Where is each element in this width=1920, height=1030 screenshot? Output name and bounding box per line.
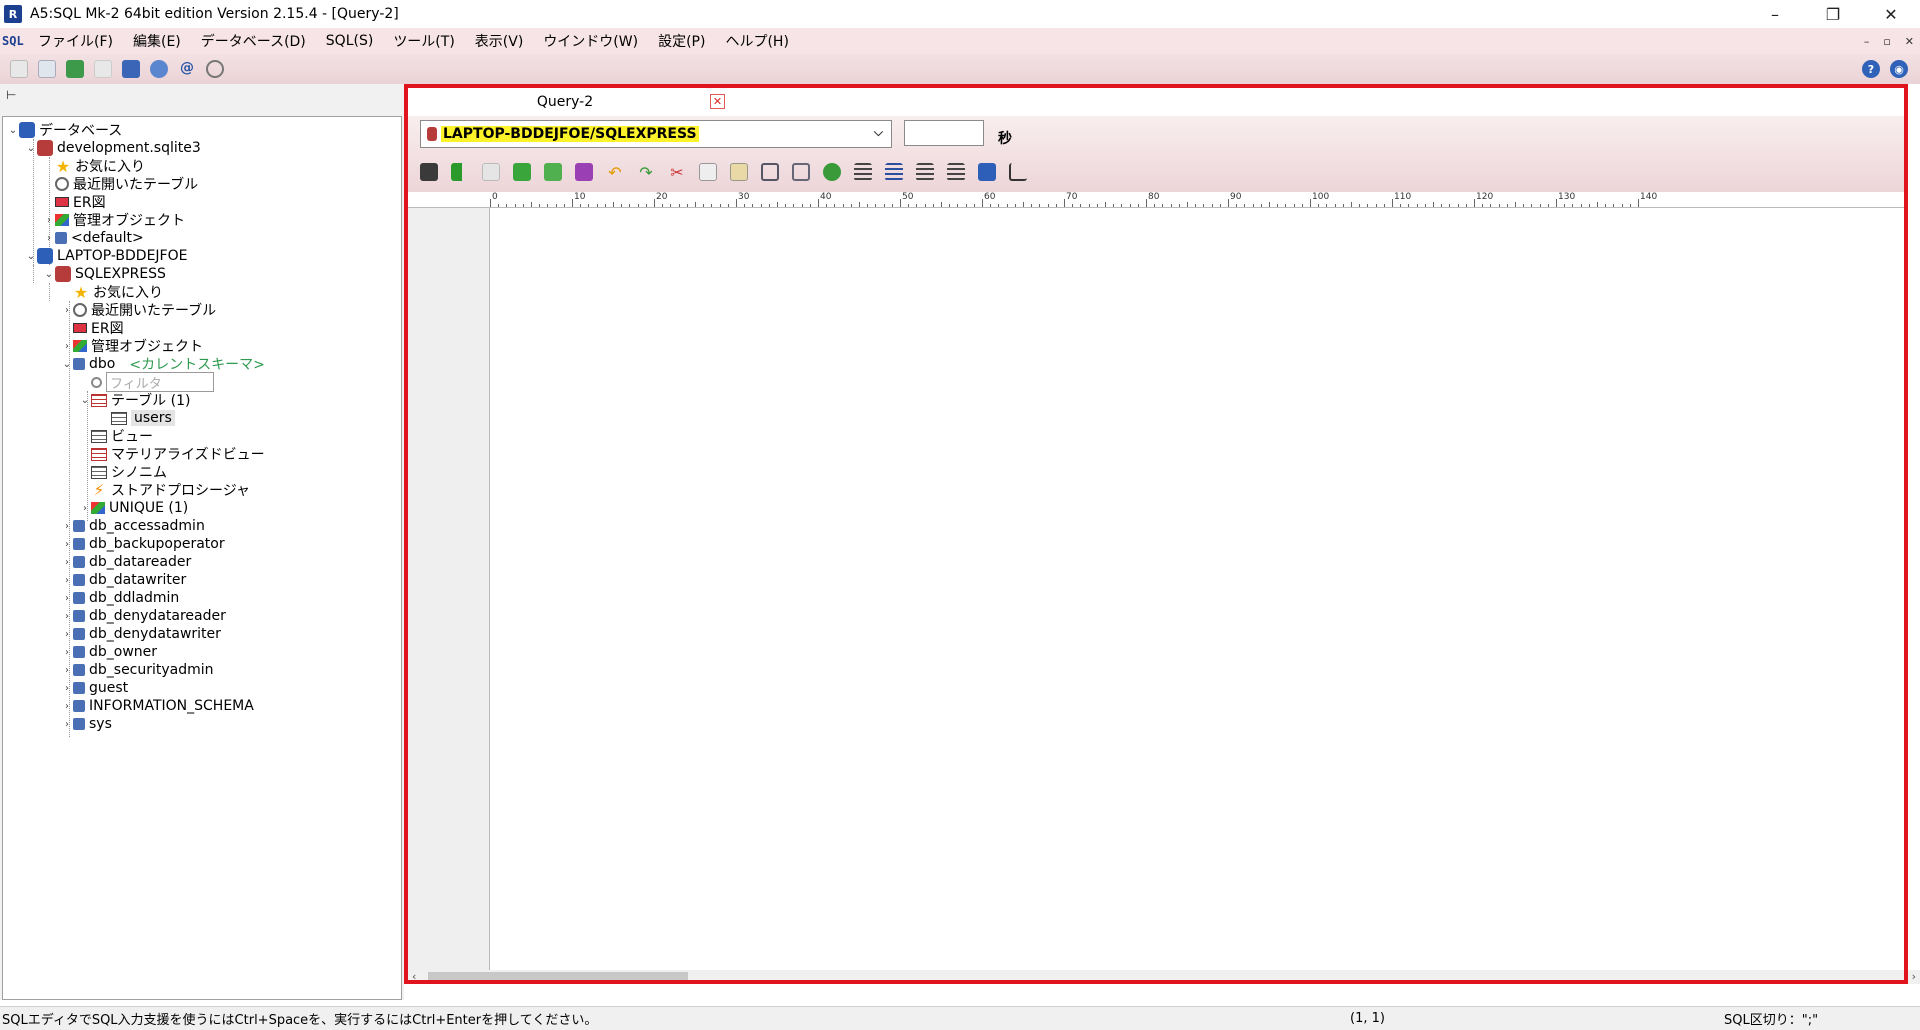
tree-label: LAPTOP-BDDEJFOE xyxy=(57,248,188,264)
tree-label: <default> xyxy=(71,230,144,246)
schema-icon xyxy=(73,718,85,730)
sql-separator: SQL区切り：";" xyxy=(1724,1013,1819,1028)
schema-icon xyxy=(73,646,85,658)
sqlite-db-icon xyxy=(37,140,53,156)
tables-icon xyxy=(91,393,107,407)
star-icon: ★ xyxy=(55,156,71,176)
app-icon[interactable]: R xyxy=(4,5,22,23)
view-icon xyxy=(91,429,107,443)
query-panel: Query-2 ✕ LAPTOP-BDDEJFOE/SQLEXPRESS ⌵ 秒… xyxy=(404,84,1920,1000)
tree-label: guest xyxy=(89,680,129,696)
mdi-close-button[interactable]: ✕ xyxy=(1905,35,1914,48)
cursor-position: (1, 1) xyxy=(1350,1011,1385,1026)
tree-label: sys xyxy=(89,716,112,732)
clock-icon xyxy=(55,177,69,191)
tree-label: db_datareader xyxy=(89,554,192,570)
instance-db-icon xyxy=(55,266,71,282)
schema-icon xyxy=(73,520,85,532)
star-icon: ★ xyxy=(73,282,89,302)
tree-label: db_securityadmin xyxy=(89,662,214,678)
tree-label: dbo xyxy=(89,356,116,372)
status-bar: SQLエディタでSQL入力支援を使うにはCtrl+Spaceを、実行するにはCt… xyxy=(0,1006,1920,1030)
tree-label: db_denydatawriter xyxy=(89,626,221,642)
settings-icon[interactable] xyxy=(150,60,168,78)
schema-icon xyxy=(73,664,85,676)
web-icon[interactable]: ◉ xyxy=(1890,60,1908,78)
tree-label: db_backupoperator xyxy=(89,536,225,552)
window-title: A5:SQL Mk-2 64bit edition Version 2.15.4… xyxy=(30,6,399,22)
menu-database[interactable]: データベース(D) xyxy=(201,31,306,51)
management-objects-icon xyxy=(55,214,69,226)
tree-node-schema[interactable]: › sys xyxy=(61,713,112,735)
schema-icon xyxy=(73,610,85,622)
materialized-view-icon xyxy=(91,447,107,461)
mdi-minimize-button[interactable]: – xyxy=(1864,35,1870,48)
open-icon[interactable] xyxy=(38,60,56,78)
menu-help[interactable]: ヘルプ(H) xyxy=(725,31,788,51)
minimize-button[interactable]: – xyxy=(1746,0,1804,28)
er-diagram-icon xyxy=(55,197,69,207)
lightning-icon: ⚡ xyxy=(93,481,105,499)
highlight-frame xyxy=(404,84,1908,984)
database-tree[interactable]: ⌄ データベース ⌄ development.sqlite3 ★ お気に入り 最… xyxy=(2,116,402,1000)
tree-label: development.sqlite3 xyxy=(57,140,201,156)
schema-icon xyxy=(55,232,67,244)
menu-edit[interactable]: 編集(E) xyxy=(133,31,181,51)
scroll-right-icon[interactable]: › xyxy=(1912,970,1916,983)
title-bar: R A5:SQL Mk-2 64bit edition Version 2.15… xyxy=(0,0,1920,28)
menu-file[interactable]: ファイル(F) xyxy=(38,31,113,51)
sql-icon[interactable]: SQL xyxy=(2,34,28,48)
clock-icon xyxy=(73,303,87,317)
tree-label: UNIQUE (1) xyxy=(109,500,189,516)
schema-icon xyxy=(73,538,85,550)
schema-icon xyxy=(73,700,85,712)
tree-label: db_ddladmin xyxy=(89,590,180,606)
status-message: SQLエディタでSQL入力支援を使うにはCtrl+Spaceを、実行するにはCt… xyxy=(2,1013,598,1028)
schema-icon xyxy=(73,358,85,370)
connect-db-icon[interactable] xyxy=(66,60,84,78)
schema-icon xyxy=(73,628,85,640)
tree-label: db_denydatareader xyxy=(89,608,226,624)
er-diagram-icon xyxy=(73,323,87,333)
mdi-restore-button[interactable]: ▫ xyxy=(1883,35,1890,48)
search-icon xyxy=(91,376,102,388)
tree-label: SQLEXPRESS xyxy=(75,266,166,282)
menu-tools[interactable]: ツール(T) xyxy=(393,31,454,51)
tree-label: users xyxy=(131,410,175,426)
database-icon[interactable] xyxy=(122,60,140,78)
synonym-icon xyxy=(91,465,107,479)
menu-settings[interactable]: 設定(P) xyxy=(658,31,705,51)
schema-icon xyxy=(73,592,85,604)
close-button[interactable]: ✕ xyxy=(1862,0,1920,28)
menu-view[interactable]: 表示(V) xyxy=(475,31,524,51)
history-icon[interactable] xyxy=(206,60,224,78)
at-icon[interactable]: @ xyxy=(178,60,196,78)
database-explorer: ⊢ ⌄ データベース ⌄ development.sqlite3 ★ お気に入り… xyxy=(0,84,404,1000)
main-toolbar: @ ? ◉ xyxy=(0,54,1920,84)
database-group-icon xyxy=(19,122,35,138)
tree-toggle-icon[interactable]: ⊢ xyxy=(0,84,404,106)
menu-bar: SQL ファイル(F) 編集(E) データベース(D) SQL(S) ツール(T… xyxy=(0,28,1920,54)
management-objects-icon xyxy=(73,340,87,352)
tree-label: INFORMATION_SCHEMA xyxy=(89,698,254,714)
new-icon[interactable] xyxy=(10,60,28,78)
schema-icon xyxy=(73,556,85,568)
maximize-button[interactable]: ❐ xyxy=(1804,0,1862,28)
menu-window[interactable]: ウインドウ(W) xyxy=(543,31,638,51)
tree-label: db_accessadmin xyxy=(89,518,205,534)
disconnect-icon[interactable] xyxy=(94,60,112,78)
schema-icon xyxy=(73,682,85,694)
unique-constraint-icon xyxy=(91,502,105,514)
schema-icon xyxy=(73,574,85,586)
tree-label: db_owner xyxy=(89,644,158,660)
menu-sql[interactable]: SQL(S) xyxy=(326,33,374,49)
table-icon xyxy=(111,411,127,425)
server-icon xyxy=(37,248,53,264)
help-icon[interactable]: ? xyxy=(1862,60,1880,78)
tree-label: db_datawriter xyxy=(89,572,187,588)
